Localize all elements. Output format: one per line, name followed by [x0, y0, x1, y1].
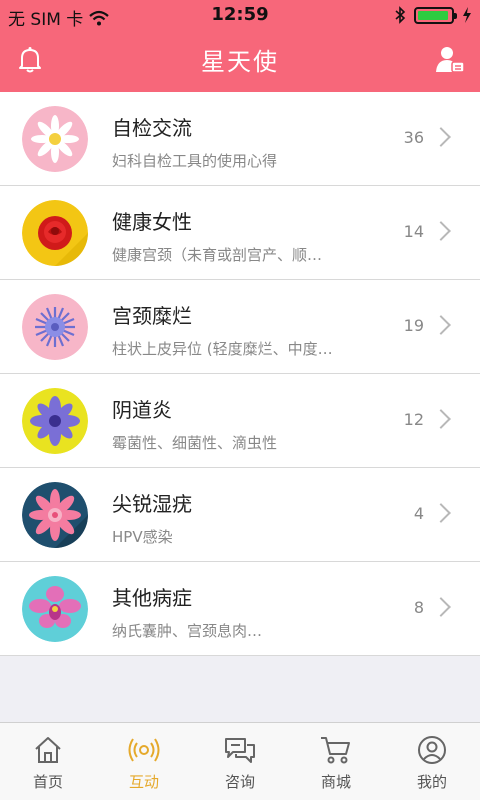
chevron-right-icon	[431, 409, 451, 429]
list-item[interactable]: 自检交流 妇科自检工具的使用心得 36	[0, 92, 480, 186]
tab-label: 我的	[416, 773, 447, 791]
tab-label: 咨询	[224, 773, 255, 791]
item-subtitle: HPV感染	[112, 528, 173, 546]
item-subtitle: 健康宫颈（未育或剖宫产、顺…	[112, 246, 323, 264]
item-subtitle: 柱状上皮异位 (轻度糜烂、中度…	[112, 340, 333, 358]
item-subtitle: 妇科自检工具的使用心得	[112, 152, 278, 170]
chat-icon	[225, 738, 255, 763]
list-item[interactable]: 宫颈糜烂 柱状上皮异位 (轻度糜烂、中度… 19	[0, 280, 480, 374]
status-right	[394, 6, 472, 24]
chevron-right-icon	[431, 221, 451, 241]
tab-label: 首页	[32, 773, 63, 791]
item-title: 宫颈糜烂	[112, 304, 192, 328]
user-settings-icon[interactable]	[434, 44, 466, 76]
item-count: 19	[403, 316, 424, 335]
chevron-right-icon	[431, 597, 451, 617]
nav-bar: 星天使	[0, 30, 480, 90]
item-subtitle: 霉菌性、细菌性、滴虫性	[112, 434, 278, 452]
bluetooth-icon	[395, 6, 406, 24]
item-count: 14	[403, 222, 424, 241]
tab-profile[interactable]: 我的	[384, 723, 480, 800]
item-title: 其他病症	[112, 586, 192, 610]
chevron-right-icon	[431, 315, 451, 335]
purple-flower-icon	[22, 388, 88, 454]
tab-mall[interactable]: 商城	[288, 723, 384, 800]
broadcast-icon	[128, 738, 160, 762]
tab-home[interactable]: 首页	[0, 723, 96, 800]
home-icon	[35, 737, 61, 763]
page-title: 星天使	[201, 48, 279, 76]
list-item[interactable]: 尖锐湿疣 HPV感染 4	[0, 468, 480, 562]
tab-bar: 首页 互动 咨询 商城 我的	[0, 722, 480, 800]
item-count: 36	[403, 128, 424, 147]
status-bar: 无 SIM 卡 12:59	[0, 0, 480, 30]
list-item[interactable]: 健康女性 健康宫颈（未育或剖宫产、顺… 14	[0, 186, 480, 280]
profile-icon	[418, 736, 446, 764]
item-title: 自检交流	[112, 116, 192, 140]
aster-flower-icon	[22, 294, 88, 360]
red-rose-icon	[22, 200, 88, 266]
tab-interact[interactable]: 互动	[96, 723, 192, 800]
charging-icon	[463, 7, 471, 23]
topic-list: 自检交流 妇科自检工具的使用心得 36 健康女性 健康宫颈（未育或剖宫产、顺… …	[0, 92, 480, 656]
item-title: 尖锐湿疣	[112, 492, 192, 516]
chevron-right-icon	[431, 503, 451, 523]
item-title: 健康女性	[112, 210, 192, 234]
cart-icon	[321, 737, 350, 764]
battery-icon	[414, 6, 457, 24]
item-count: 8	[413, 598, 424, 617]
header-bar: 无 SIM 卡 12:59 星天使	[0, 0, 480, 92]
list-item[interactable]: 阴道炎 霉菌性、细菌性、滴虫性 12	[0, 374, 480, 468]
list-item[interactable]: 其他病症 纳氏囊肿、宫颈息肉… 8	[0, 562, 480, 656]
item-subtitle: 纳氏囊肿、宫颈息肉…	[112, 622, 263, 640]
pink-lotus-icon	[22, 482, 88, 548]
item-count: 12	[403, 410, 424, 429]
tab-label: 互动	[128, 773, 159, 791]
chevron-right-icon	[431, 127, 451, 147]
item-title: 阴道炎	[112, 398, 172, 422]
item-count: 4	[413, 504, 424, 523]
daisy-flower-icon	[22, 106, 88, 172]
tab-label: 商城	[320, 773, 351, 791]
orchid-icon	[22, 576, 88, 642]
tab-consult[interactable]: 咨询	[192, 723, 288, 800]
